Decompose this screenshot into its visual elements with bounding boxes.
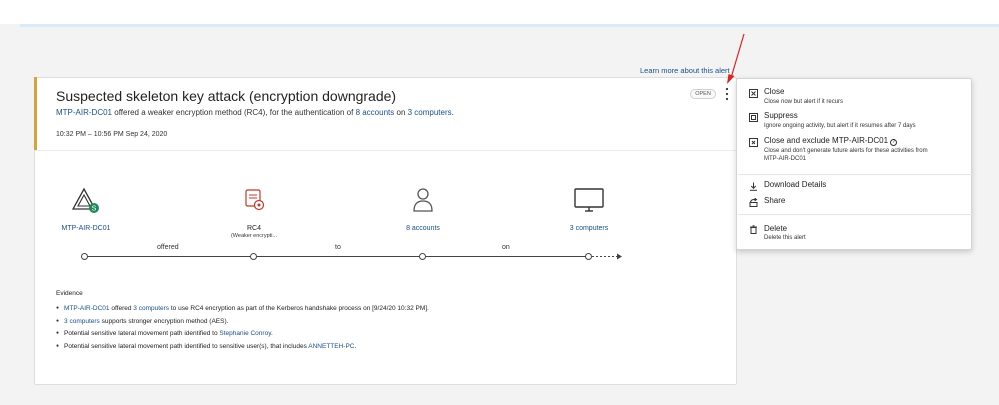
node-label-rc4: RC4	[246, 225, 261, 232]
trash-icon	[749, 225, 758, 234]
evidence-link[interactable]: ANNETTEH-PC	[308, 343, 354, 350]
flow-node-dot	[419, 253, 426, 260]
edge-label-to: to	[335, 244, 341, 251]
evidence-link[interactable]: 3 computers	[64, 318, 100, 325]
severity-accent-bar	[34, 77, 37, 150]
evidence-link[interactable]: 3 computers	[133, 305, 169, 312]
encryption-lock-icon	[242, 187, 268, 218]
svg-text:S: S	[92, 206, 97, 213]
share-icon	[749, 197, 758, 207]
evidence-item: Potential sensitive lateral movement pat…	[56, 340, 429, 353]
evidence-item: 3 computers supports stronger encryption…	[56, 315, 429, 328]
menu-item-download-details[interactable]: Download Details	[737, 180, 971, 194]
card-divider	[35, 150, 736, 151]
flow-node-dot	[81, 253, 88, 260]
domain-controller-icon: S	[71, 187, 102, 220]
download-icon	[749, 182, 758, 191]
edge-label-offered: offered	[157, 244, 179, 251]
top-divider	[20, 24, 999, 27]
monitor-icon	[573, 187, 605, 218]
menu-item-suppress[interactable]: Suppress Ignore ongoing activity, but al…	[737, 111, 971, 137]
flow-dashed-arrow-icon	[590, 253, 624, 260]
alert-title: Suspected skeleton key attack (encryptio…	[56, 88, 397, 104]
accounts-link[interactable]: 8 accounts	[356, 108, 395, 117]
node-label-accounts[interactable]: 8 accounts	[395, 225, 451, 232]
status-badge: OPEN	[690, 89, 716, 99]
evidence-heading: Evidence	[56, 290, 83, 297]
menu-item-share[interactable]: Share	[737, 196, 971, 210]
edge-label-on: on	[502, 244, 510, 251]
evidence-link[interactable]: Stephanie Conroy	[219, 330, 271, 337]
evidence-link[interactable]: MTP-AIR-DC01	[64, 305, 110, 312]
evidence-item: Potential sensitive lateral movement pat…	[56, 327, 429, 340]
menu-item-delete[interactable]: Delete Delete this alert	[737, 224, 971, 248]
suppress-icon	[749, 113, 758, 122]
flow-node-dot	[250, 253, 257, 260]
menu-divider	[738, 174, 972, 175]
node-label-dc[interactable]: MTP-AIR-DC01	[60, 225, 112, 232]
more-options-kebab-icon[interactable]	[722, 85, 732, 103]
evidence-item: MTP-AIR-DC01 offered 3 computers to use …	[56, 302, 429, 315]
alert-subtitle: MTP-AIR-DC01 offered a weaker encryption…	[56, 108, 454, 117]
host-link[interactable]: MTP-AIR-DC01	[56, 108, 112, 117]
node-label-computers[interactable]: 3 computers	[561, 225, 617, 232]
close-box-icon	[749, 89, 758, 98]
alert-actions-menu: Close Close now but alert if it recurs S…	[736, 78, 972, 250]
menu-item-close-and-exclude[interactable]: Close and exclude MTP-AIR-DC01 ? Close a…	[737, 136, 971, 174]
info-icon[interactable]: ?	[890, 139, 898, 146]
evidence-list: MTP-AIR-DC01 offered 3 computers to use …	[56, 302, 429, 352]
flow-line	[84, 256, 620, 257]
user-icon	[412, 187, 434, 218]
menu-divider	[738, 214, 972, 215]
flow-node-dot	[585, 253, 592, 260]
alert-time-range: 10:32 PM – 10:56 PM Sep 24, 2020	[56, 131, 168, 138]
learn-more-link[interactable]: Learn more about this alert	[640, 66, 730, 75]
top-strip	[0, 0, 999, 24]
menu-item-close[interactable]: Close Close now but alert if it recurs	[737, 87, 971, 113]
computers-link[interactable]: 3 computers	[408, 108, 452, 117]
node-sub-rc4: (Weaker encrypti...	[230, 233, 278, 239]
close-exclude-icon	[749, 138, 758, 147]
